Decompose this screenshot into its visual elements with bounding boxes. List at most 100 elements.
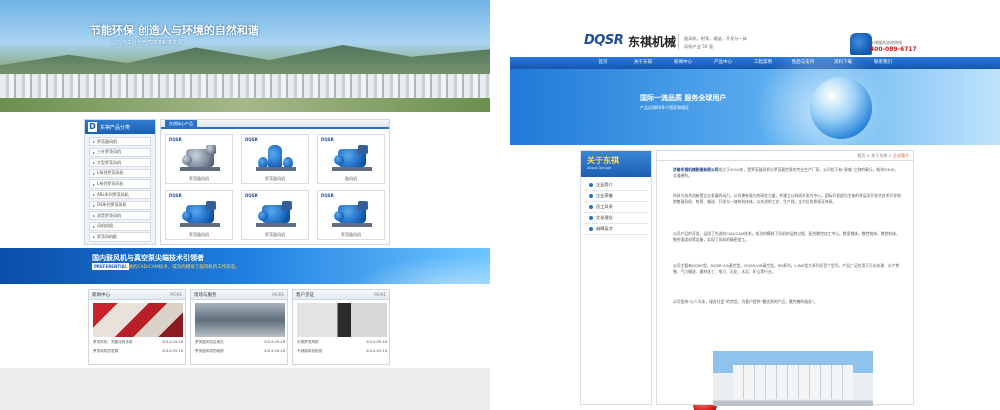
banner-arc bbox=[330, 248, 490, 284]
about-sidebar-label: 诚聘英才 bbox=[596, 226, 613, 231]
product-name: 罗茨鼓风机 bbox=[189, 232, 209, 237]
homepage: 节能环保 创造人与环境的自然和谐 让现代工业与自然环境和谐发展 D 东祺产品分类… bbox=[0, 0, 490, 410]
ground-scene bbox=[0, 98, 490, 112]
box-photo[interactable] bbox=[297, 303, 387, 337]
news-box: 新闻中心 MORE 罗茨风机：完善化的手段 2014-09-16 罗茨风机的发展 2014… bbox=[88, 289, 186, 365]
list-item[interactable]: 罗茨风机的发展 2014-09-16 bbox=[93, 349, 183, 354]
box-header: 客户见证 MORE bbox=[293, 290, 389, 300]
blower-image bbox=[256, 201, 296, 229]
sidebar-item[interactable]: ▸ DS系列罗茨风机 bbox=[89, 200, 151, 210]
product-brand: DQSR bbox=[321, 137, 334, 142]
logo-text-en[interactable]: DQSR bbox=[584, 33, 624, 48]
nav-item[interactable]: 新闻中心 bbox=[664, 57, 702, 69]
bullet-icon bbox=[589, 227, 593, 231]
arrow-right-icon: ▸ bbox=[93, 139, 96, 145]
box-photo[interactable] bbox=[195, 303, 285, 337]
about-sidebar-label: 员工风采 bbox=[596, 204, 613, 209]
about-sidebar-label: 企业简介 bbox=[596, 182, 613, 187]
slogan-line-1: 鼓风机，射泵，输送，开发与一体 bbox=[684, 36, 747, 41]
sidebar-item[interactable]: ▸ 风机机组 bbox=[89, 221, 151, 232]
product-card[interactable]: DQSR 罗茨鼓风机 bbox=[165, 134, 233, 184]
arrow-right-icon: ▸ bbox=[93, 170, 96, 176]
factory-photo bbox=[713, 351, 873, 406]
about-sidebar-item[interactable]: 企业简介 bbox=[585, 180, 647, 191]
sidebar-item[interactable]: ▸ 消音罗茨风机 bbox=[89, 211, 151, 221]
about-sidebar-item[interactable]: 员工风采 bbox=[585, 202, 647, 213]
sidebar-item-label: DS系列罗茨风机 bbox=[97, 202, 127, 208]
product-card[interactable]: DQSR 罗茨鼓风机 bbox=[317, 190, 385, 240]
hero-banner: 节能环保 创造人与环境的自然和谐 让现代工业与自然环境和谐发展 bbox=[0, 0, 490, 112]
products-title: 东祺核心产品 bbox=[165, 119, 197, 128]
bullet-icon bbox=[589, 216, 593, 220]
more-link[interactable]: MORE bbox=[374, 292, 386, 297]
product-card[interactable]: DQSR 罗茨鼓风机 bbox=[241, 134, 309, 184]
news-box: 客户见证 MORE 东祺罗茨风机 2014-09-16 不锈钢风机检测 2014-09-1… bbox=[292, 289, 390, 365]
sidebar-item-label: 大型罗茨风机 bbox=[97, 159, 122, 165]
box-header: 现场与服务 MORE bbox=[191, 290, 287, 300]
about-sidebar-item[interactable]: 诚聘英才 bbox=[585, 224, 647, 235]
sidebar-item-label: 风机机组 bbox=[97, 223, 114, 229]
list-item-date: 2014-09-16 bbox=[264, 349, 285, 353]
arrow-right-icon: ▸ bbox=[93, 181, 96, 187]
list-item-date: 2014-09-16 bbox=[162, 340, 183, 344]
product-card[interactable]: DQSR 罗茨鼓风机 bbox=[165, 190, 233, 240]
about-sidebar-header: 关于东祺 About Dongqi bbox=[581, 151, 651, 177]
sidebar-item-label: ARL系列罗茨风机 bbox=[97, 191, 129, 197]
about-sidebar-item[interactable]: 企业荣誉 bbox=[585, 191, 647, 202]
more-link[interactable]: MORE bbox=[272, 292, 284, 297]
product-card[interactable]: DQSR 罗茨鼓风机 bbox=[241, 190, 309, 240]
sidebar-item[interactable]: ▸ L系列罗茨风机 bbox=[89, 168, 151, 179]
more-link[interactable]: MORE bbox=[170, 292, 182, 297]
product-name: 罗茨鼓风机 bbox=[189, 176, 209, 181]
sidebar-item-label: L系列罗茨风机 bbox=[97, 170, 124, 176]
sidebar-item[interactable]: ▸ 罗茨鼓风机 bbox=[89, 137, 151, 147]
list-item-title: 罗茨鼓风机应用在 bbox=[195, 340, 224, 344]
nav-item[interactable]: 首页 bbox=[584, 57, 622, 69]
sidebar-title: 东祺产品分类 bbox=[100, 124, 131, 131]
product-brand: DQSR bbox=[169, 137, 182, 142]
product-brand: DQSR bbox=[321, 193, 334, 198]
list-item[interactable]: 不锈钢风机检测 2014-09-16 bbox=[297, 349, 387, 354]
header-divider bbox=[678, 34, 679, 50]
breadcrumb-path[interactable]: 首页 > 关于东祺 > bbox=[857, 153, 893, 158]
box-photo[interactable] bbox=[93, 303, 183, 337]
sidebar-item[interactable]: ▸ 大型罗茨风机 bbox=[89, 158, 151, 168]
globe-icon bbox=[810, 77, 872, 139]
about-content: 首页 > 关于东祺 > 企业简介 济南东祺机械制造有限公司成立于2010年，是罗… bbox=[656, 150, 914, 406]
about-page: DQSR 东祺机械 鼓风机，射泵，输送，开发与一体 风机产业 50 强 东祺服务… bbox=[510, 0, 1000, 410]
list-item[interactable]: 罗茨风机：完善化的手段 2014-09-16 bbox=[93, 340, 183, 345]
list-item-title: 罗茨风机的发展 bbox=[93, 349, 119, 353]
list-item[interactable]: 罗茨鼓风机应用在 2014-09-16 bbox=[195, 340, 285, 345]
about-sidebar-title: 关于东祺 bbox=[587, 156, 619, 165]
about-sidebar: 关于东祺 About Dongqi 企业简介企业荣誉员工风采文化理念诚聘英才 bbox=[580, 150, 717, 410]
logo-text-cn[interactable]: 东祺机械 bbox=[628, 33, 676, 50]
blower-image bbox=[332, 201, 372, 229]
arrow-right-icon: ▸ bbox=[93, 202, 96, 208]
sidebar-item[interactable]: ▸ ARL系列罗茨风机 bbox=[89, 189, 151, 200]
breadcrumb: 首页 > 关于东祺 > 企业简介 bbox=[657, 151, 913, 161]
product-card[interactable]: DQSR 鼓风机 bbox=[317, 134, 385, 184]
sidebar-header: D 东祺产品分类 bbox=[85, 120, 155, 134]
box-title: 现场与服务 bbox=[194, 292, 217, 298]
banner-sub: 产品远销60多个国家和地区 bbox=[640, 105, 690, 110]
blower-image bbox=[332, 145, 372, 173]
bullet-icon bbox=[589, 205, 593, 209]
product-brand: DQSR bbox=[169, 193, 182, 198]
sidebar-item-label: 罗茨鼓风机 bbox=[97, 138, 118, 144]
about-sidebar-label: 企业荣誉 bbox=[596, 193, 613, 198]
city-scene bbox=[0, 74, 490, 100]
bullet-icon bbox=[589, 183, 593, 187]
list-item[interactable]: 罗茨鼓风机的维修 2014-09-16 bbox=[195, 349, 285, 354]
about-sidebar-item[interactable]: 文化理念 bbox=[585, 213, 647, 224]
nav-item[interactable]: 关于东祺 bbox=[624, 57, 662, 69]
list-item[interactable]: 东祺罗茨风机 2014-09-16 bbox=[297, 340, 387, 345]
intro-paragraph-4: 公司主要有DQSR型，DQSR-V/A真空型，DQSR-V/B真空型，RR系列，… bbox=[673, 263, 900, 274]
arrow-right-icon: ▸ bbox=[93, 234, 96, 240]
sidebar-item[interactable]: ▸ L系列罗茨风机 bbox=[89, 179, 151, 189]
arrow-right-icon: ▸ bbox=[93, 149, 96, 155]
sidebar-item[interactable]: ▸ 三叶罗茨风机 bbox=[89, 147, 151, 157]
sidebar-item[interactable]: ▸ 罗茨风机配 bbox=[89, 232, 151, 242]
blower-image bbox=[180, 145, 220, 173]
product-brand: DQSR bbox=[245, 193, 258, 198]
sidebar-item-label: 消音罗茨风机 bbox=[97, 212, 122, 218]
